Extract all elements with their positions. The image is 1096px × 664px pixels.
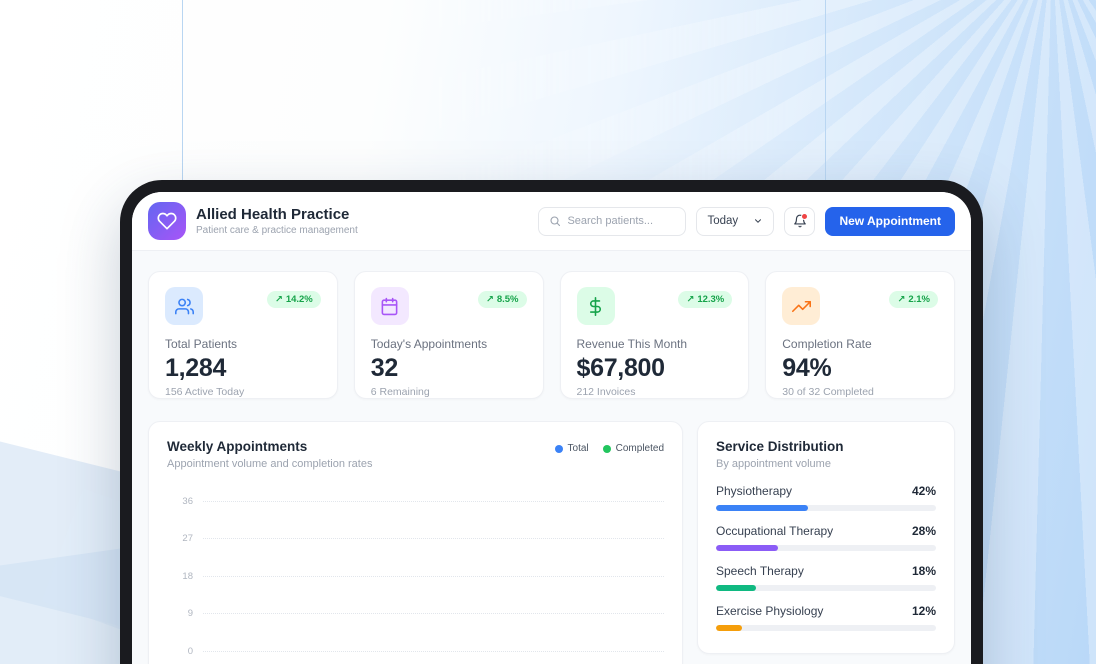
progress-track (716, 505, 936, 511)
stat-label: Total Patients (165, 337, 321, 351)
background-vertical-line (182, 0, 183, 200)
stat-card-revenue: ↗ 12.3% Revenue This Month $67,800 212 I… (560, 271, 750, 399)
gridline (203, 651, 664, 652)
legend-label: Completed (616, 443, 664, 454)
app-header: Allied Health Practice Patient care & pr… (132, 192, 971, 251)
stat-subtext: 6 Remaining (371, 386, 527, 398)
trend-up-icon: ↗ (897, 294, 905, 305)
service-name: Occupational Therapy (716, 524, 833, 538)
service-panel-subtitle: By appointment volume (716, 458, 936, 470)
stat-card-todays-appointments: ↗ 8.5% Today's Appointments 32 6 Remaini… (354, 271, 544, 399)
y-tick-label: 18 (167, 571, 193, 582)
calendar-icon (371, 287, 409, 325)
stat-label: Completion Rate (782, 337, 938, 351)
app-screen: Allied Health Practice Patient care & pr… (132, 192, 971, 664)
service-item-physiotherapy: Physiotherapy 42% (716, 484, 936, 511)
bar-chart-plot-area: 36 27 18 9 0 Mon Tue Wed Thu Fri S (167, 496, 664, 664)
progress-track (716, 545, 936, 551)
legend-dot (603, 445, 611, 453)
stat-subtext: 156 Active Today (165, 386, 321, 398)
progress-track (716, 585, 936, 591)
gridline (203, 501, 664, 502)
notifications-button[interactable] (784, 207, 815, 236)
gridline (203, 576, 664, 577)
brand-text: Allied Health Practice Patient care & pr… (196, 206, 358, 237)
service-percent: 28% (912, 524, 936, 538)
stat-card-total-patients: ↗ 14.2% Total Patients 1,284 156 Active … (148, 271, 338, 399)
trend-up-icon: ↗ (275, 294, 283, 305)
stat-label: Revenue This Month (577, 337, 733, 351)
progress-fill (716, 585, 756, 591)
progress-fill (716, 545, 778, 551)
service-item-exercise-physiology: Exercise Physiology 12% (716, 604, 936, 631)
trend-badge: ↗ 2.1% (889, 291, 938, 308)
app-title: Allied Health Practice (196, 206, 358, 223)
patient-search[interactable] (538, 207, 686, 236)
chart-title: Weekly Appointments (167, 439, 372, 454)
legend-item-completed: Completed (603, 443, 664, 454)
y-tick-label: 36 (167, 496, 193, 507)
chevron-down-icon (753, 216, 763, 226)
service-distribution-panel: Service Distribution By appointment volu… (697, 421, 955, 654)
users-icon (165, 287, 203, 325)
dollar-icon (577, 287, 615, 325)
trend-badge: ↗ 8.5% (478, 291, 527, 308)
stats-grid: ↗ 14.2% Total Patients 1,284 156 Active … (148, 271, 955, 399)
service-name: Speech Therapy (716, 564, 804, 578)
date-filter-dropdown[interactable]: Today (696, 207, 774, 236)
chart-subtitle: Appointment volume and completion rates (167, 458, 372, 470)
brand-logo (148, 202, 186, 240)
service-name: Physiotherapy (716, 484, 792, 498)
stat-card-completion-rate: ↗ 2.1% Completion Rate 94% 30 of 32 Comp… (765, 271, 955, 399)
trend-value: 12.3% (697, 294, 724, 305)
trend-value: 2.1% (908, 294, 930, 305)
gridline (203, 613, 664, 614)
trending-up-icon (782, 287, 820, 325)
trend-value: 14.2% (286, 294, 313, 305)
service-panel-title: Service Distribution (716, 439, 936, 454)
trend-badge: ↗ 12.3% (678, 291, 732, 308)
trend-badge: ↗ 14.2% (267, 291, 321, 308)
progress-track (716, 625, 936, 631)
legend-dot (555, 445, 563, 453)
stat-value: 1,284 (165, 354, 321, 383)
date-filter-value: Today (707, 215, 738, 227)
stat-value: $67,800 (577, 354, 733, 383)
device-frame: Allied Health Practice Patient care & pr… (120, 180, 983, 664)
legend-label: Total (568, 443, 589, 454)
weekly-appointments-panel: Weekly Appointments Appointment volume a… (148, 421, 683, 664)
progress-fill (716, 505, 808, 511)
service-item-occupational-therapy: Occupational Therapy 28% (716, 524, 936, 551)
dashboard-content: ↗ 14.2% Total Patients 1,284 156 Active … (132, 251, 971, 664)
y-tick-label: 9 (167, 608, 193, 619)
trend-up-icon: ↗ (686, 294, 694, 305)
service-item-speech-therapy: Speech Therapy 18% (716, 564, 936, 591)
notification-badge-dot (801, 213, 808, 220)
y-tick-label: 27 (167, 533, 193, 544)
stat-value: 94% (782, 354, 938, 383)
heart-icon (157, 211, 177, 231)
chart-legend: Total Completed (555, 443, 664, 454)
search-input[interactable] (567, 215, 675, 227)
search-icon (549, 215, 561, 227)
y-tick-label: 0 (167, 646, 193, 657)
gridline (203, 538, 664, 539)
service-percent: 18% (912, 564, 936, 578)
trend-up-icon: ↗ (486, 294, 494, 305)
new-appointment-button[interactable]: New Appointment (825, 207, 955, 236)
stat-subtext: 30 of 32 Completed (782, 386, 938, 398)
stat-label: Today's Appointments (371, 337, 527, 351)
legend-item-total: Total (555, 443, 589, 454)
progress-fill (716, 625, 742, 631)
stat-subtext: 212 Invoices (577, 386, 733, 398)
service-name: Exercise Physiology (716, 604, 823, 618)
stat-value: 32 (371, 354, 527, 383)
service-percent: 12% (912, 604, 936, 618)
service-list: Physiotherapy 42% Occupational Therapy 2… (716, 484, 936, 631)
service-percent: 42% (912, 484, 936, 498)
trend-value: 8.5% (497, 294, 519, 305)
app-tagline: Patient care & practice management (196, 225, 358, 237)
